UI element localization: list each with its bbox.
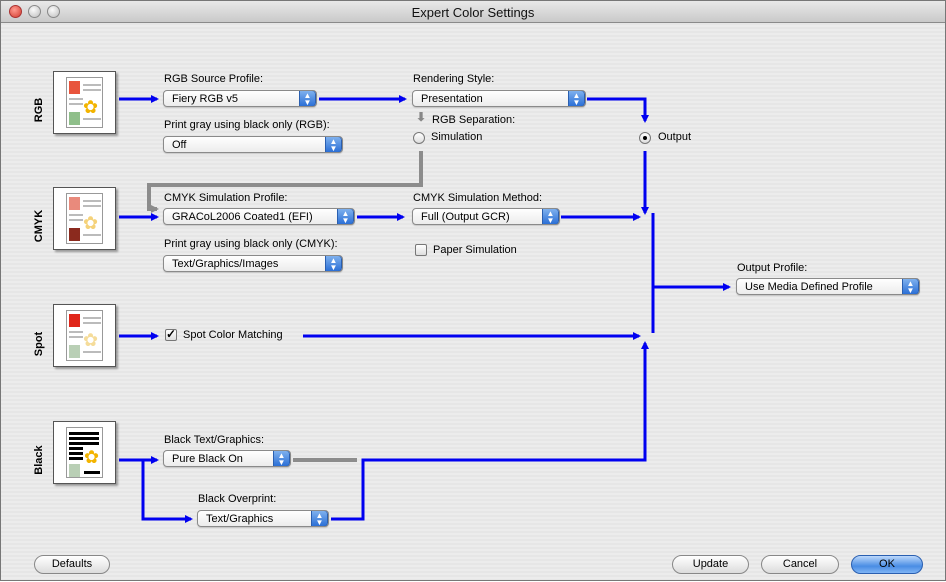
simulation-radio-label: Simulation	[431, 131, 483, 143]
output-profile-value: Use Media Defined Profile	[745, 281, 873, 293]
spot-color-matching-label: Spot Color Matching	[183, 329, 283, 341]
rgb-gray-value: Off	[172, 139, 187, 151]
spot-color-matching-checkbox[interactable]	[165, 327, 177, 341]
simulation-radio[interactable]	[413, 132, 425, 144]
rgb-gray-popup[interactable]: Off ▲ ▼	[163, 136, 343, 153]
popup-arrows-icon: ▲ ▼	[568, 91, 585, 106]
cmyk-sim-method-popup[interactable]: Full (Output GCR) ▲ ▼	[412, 208, 560, 225]
update-button[interactable]: Update	[672, 555, 749, 574]
defaults-button[interactable]: Defaults	[34, 555, 110, 574]
down-arrow-icon: ⬇	[416, 110, 427, 124]
popup-arrows-icon: ▲ ▼	[542, 209, 559, 224]
expert-color-settings-window: Expert Color Settings RGB CMYK Spot Blac…	[0, 0, 946, 581]
popup-arrows-icon: ▲ ▼	[299, 91, 316, 106]
paper-simulation-label: Paper Simulation	[433, 244, 517, 256]
output-profile-label: Output Profile:	[737, 262, 808, 274]
sunflower-icon: ✿	[83, 330, 99, 350]
popup-arrows-icon: ▲ ▼	[902, 279, 919, 294]
popup-arrows-icon: ▲ ▼	[337, 209, 354, 224]
rgb-document-thumbnail: ✿	[53, 71, 116, 134]
flow-black-to-overprint	[141, 460, 193, 523]
cmyk-sim-method-label: CMYK Simulation Method:	[413, 192, 542, 204]
sunflower-icon: ✿	[84, 447, 100, 467]
output-profile-popup[interactable]: Use Media Defined Profile ▲ ▼	[736, 278, 920, 295]
black-text-graphics-popup[interactable]: Pure Black On ▲ ▼	[163, 450, 291, 467]
black-document-thumbnail: ✿	[53, 421, 116, 484]
black-overprint-label: Black Overprint:	[198, 493, 277, 505]
black-text-graphics-value: Pure Black On	[172, 453, 243, 465]
row-label-spot: Spot	[33, 331, 45, 357]
flow-black-to-merge	[331, 341, 649, 521]
popup-arrows-icon: ▲ ▼	[311, 511, 328, 526]
popup-arrows-icon: ▲ ▼	[325, 256, 342, 271]
cmyk-gray-label: Print gray using black only (CMYK):	[164, 238, 338, 250]
cmyk-sim-profile-value: GRACoL2006 Coated1 (EFI)	[172, 211, 313, 223]
cmyk-sim-profile-popup[interactable]: GRACoL2006 Coated1 (EFI) ▲ ▼	[163, 208, 355, 225]
output-radio[interactable]	[639, 132, 651, 144]
row-label-rgb: RGB	[33, 97, 45, 123]
sunflower-icon: ✿	[83, 213, 99, 233]
rgb-source-profile-value: Fiery RGB v5	[172, 93, 239, 105]
popup-arrows-icon: ▲ ▼	[273, 451, 290, 466]
rendering-style-value: Presentation	[421, 93, 483, 105]
rendering-style-label: Rendering Style:	[413, 73, 495, 85]
output-radio-label: Output	[658, 131, 692, 143]
black-overprint-popup[interactable]: Text/Graphics ▲ ▼	[197, 510, 329, 527]
rgb-separation-label: RGB Separation:	[432, 114, 516, 126]
cmyk-document-thumbnail: ✿	[53, 187, 116, 250]
row-label-cmyk: CMYK	[33, 209, 45, 243]
ok-button[interactable]: OK	[851, 555, 923, 574]
rgb-source-profile-label: RGB Source Profile:	[164, 73, 264, 85]
spot-document-thumbnail: ✿	[53, 304, 116, 367]
rendering-style-popup[interactable]: Presentation ▲ ▼	[412, 90, 586, 107]
black-text-graphics-label: Black Text/Graphics:	[164, 434, 265, 446]
flow-rendering-to-output	[587, 97, 649, 123]
rgb-gray-label: Print gray using black only (RGB):	[164, 119, 330, 131]
popup-arrows-icon: ▲ ▼	[325, 137, 342, 152]
paper-simulation-checkbox[interactable]	[415, 244, 427, 256]
cmyk-sim-profile-label: CMYK Simulation Profile:	[164, 192, 288, 204]
sunflower-icon: ✿	[83, 97, 99, 117]
cmyk-sim-method-value: Full (Output GCR)	[421, 211, 510, 223]
black-overprint-value: Text/Graphics	[206, 513, 274, 525]
cmyk-gray-value: Text/Graphics/Images	[172, 258, 279, 270]
cancel-button[interactable]: Cancel	[761, 555, 839, 574]
row-label-black: Black	[33, 445, 45, 475]
cmyk-gray-popup[interactable]: Text/Graphics/Images ▲ ▼	[163, 255, 343, 272]
rgb-source-profile-popup[interactable]: Fiery RGB v5 ▲ ▼	[163, 90, 317, 107]
